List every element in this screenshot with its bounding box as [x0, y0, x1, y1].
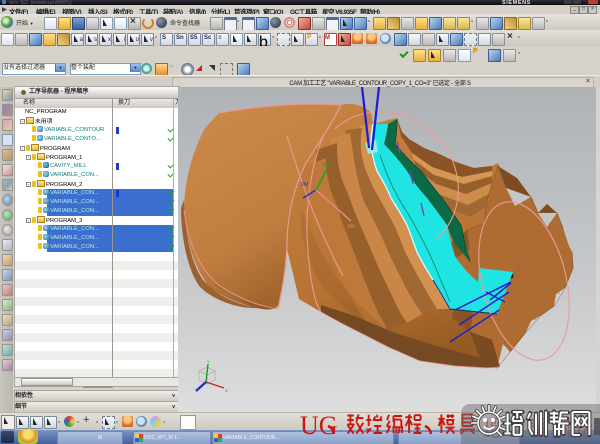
svg-text:XM: XM [347, 224, 355, 230]
svg-text:UG: UG [300, 411, 338, 440]
svg-text:ZC: ZC [305, 194, 310, 199]
svg-text:X: X [225, 388, 228, 393]
svg-text:ZM: ZM [301, 182, 308, 188]
svg-text:YM: YM [322, 163, 330, 169]
svg-text:Y: Y [207, 359, 210, 364]
